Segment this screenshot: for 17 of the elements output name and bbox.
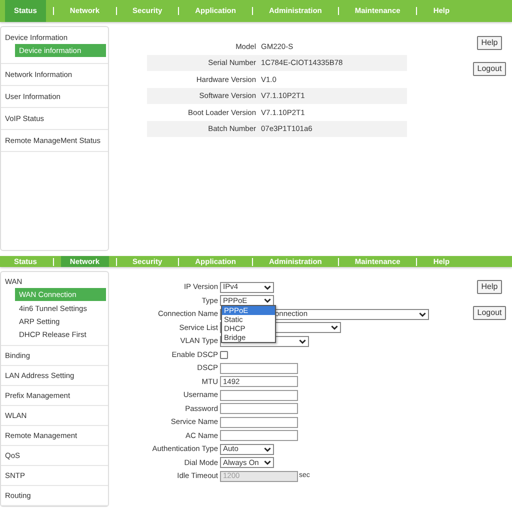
input-field[interactable] (220, 403, 298, 414)
button[interactable]: Help (477, 280, 502, 294)
button[interactable]: Help (477, 36, 502, 50)
button[interactable]: Logout (473, 306, 506, 320)
input-field[interactable] (220, 362, 298, 374)
caret-icon (264, 446, 271, 452)
caret-icon (264, 460, 271, 465)
checkbox[interactable] (220, 350, 228, 358)
caret-icon (299, 338, 306, 344)
input-field[interactable] (220, 416, 298, 428)
caret-icon (264, 298, 271, 303)
input-field[interactable] (220, 390, 298, 400)
caret-icon (419, 312, 426, 316)
button[interactable]: Logout (473, 62, 506, 76)
input-field[interactable] (220, 430, 298, 441)
caret-icon (331, 325, 338, 330)
caret-icon (264, 284, 271, 290)
